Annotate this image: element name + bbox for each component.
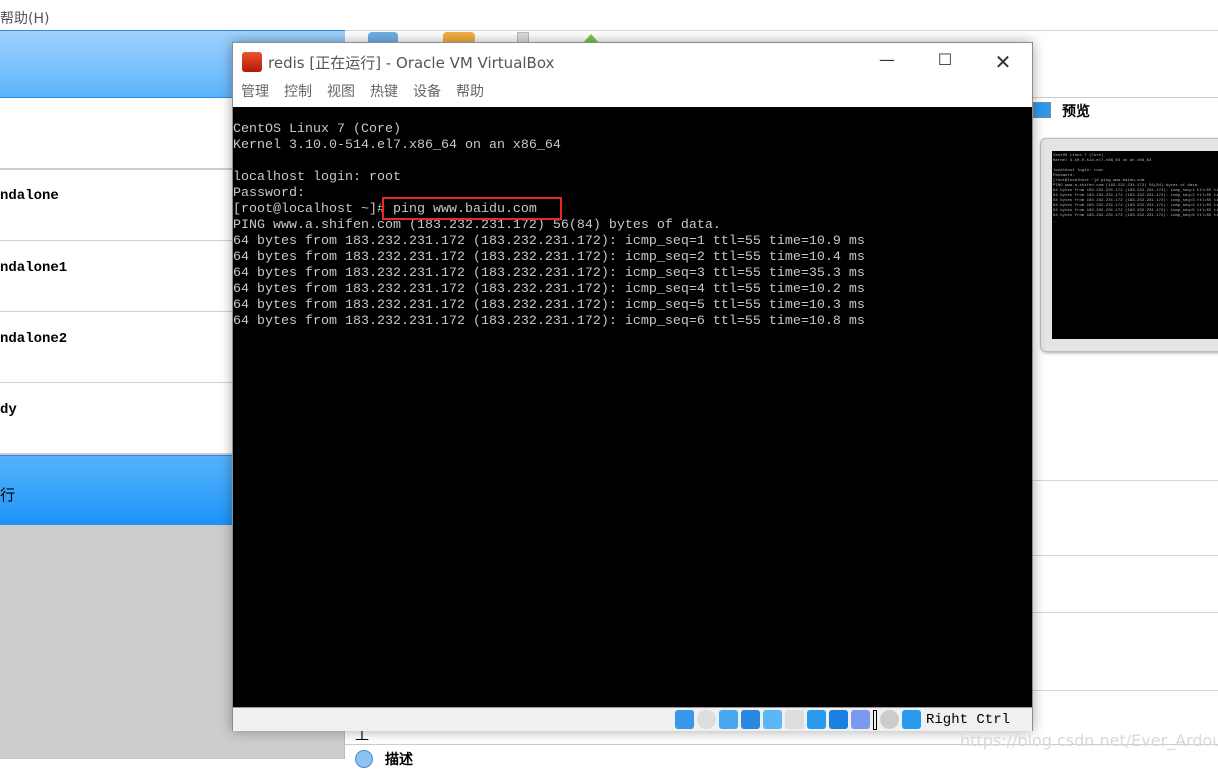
- optical-drive-icon[interactable]: [696, 710, 716, 729]
- vm-menubar: 管理 控制 视图 热键 设备 帮助: [233, 81, 1032, 107]
- network-icon[interactable]: [740, 710, 760, 729]
- menu-control[interactable]: 控制: [284, 81, 312, 107]
- preview-thumbnail: CentOS Linux 7 (Core) Kernel 3.10.0-514.…: [1040, 138, 1218, 352]
- window-title: redis [正在运行] - Oracle VM VirtualBox: [268, 53, 555, 72]
- menu-help[interactable]: 帮助(H): [0, 11, 49, 27]
- vm-window: redis [正在运行] - Oracle VM VirtualBox — ☐ …: [232, 42, 1033, 731]
- preview-icon: [1033, 102, 1051, 118]
- terminal-line: [root@localhost ~]# ping www.baidu.com: [233, 202, 537, 217]
- display-icon[interactable]: [806, 710, 826, 729]
- vm-name: ndalone1: [0, 260, 68, 276]
- title-bar: redis [正在运行] - Oracle VM VirtualBox — ☐ …: [233, 43, 1032, 81]
- terminal-line: 64 bytes from 183.232.231.172 (183.232.2…: [233, 314, 865, 329]
- status-bar: Right Ctrl: [233, 707, 1032, 731]
- divider: [345, 30, 1218, 31]
- description-icon: [355, 750, 373, 768]
- divider: [1033, 612, 1218, 613]
- menu-hotkey[interactable]: 热键: [370, 81, 398, 107]
- menu-help[interactable]: 帮助: [456, 81, 484, 107]
- watermark: https://blog.csdn.net/Ever_Ardour: [960, 731, 1218, 750]
- mouse-integration-icon[interactable]: [879, 710, 899, 729]
- preview-text: CentOS Linux 7 (Core) Kernel 3.10.0-514.…: [1053, 154, 1218, 223]
- divider: [1033, 480, 1218, 481]
- minimize-button[interactable]: —: [858, 50, 916, 74]
- host-key-label: Right Ctrl: [925, 711, 1010, 728]
- divider: [1033, 690, 1218, 691]
- terminal-line: Password:: [233, 186, 305, 201]
- video-capture-icon[interactable]: [828, 710, 848, 729]
- shared-folder-icon[interactable]: [784, 710, 804, 729]
- vm-screen[interactable]: CentOS Linux 7 (Core) Kernel 3.10.0-514.e…: [233, 107, 1032, 707]
- cpu-virtualization-icon[interactable]: [850, 710, 870, 729]
- terminal-line: 64 bytes from 183.232.231.172 (183.232.2…: [233, 234, 865, 249]
- usb-icon[interactable]: [762, 710, 782, 729]
- vm-name: ndalone: [0, 188, 59, 204]
- hard-disk-icon[interactable]: [674, 710, 694, 729]
- menu-devices[interactable]: 设备: [413, 81, 441, 107]
- terminal-line: localhost login: root: [233, 170, 401, 185]
- terminal-line: Kernel 3.10.0-514.el7.x86_64 on an x86_6…: [233, 138, 561, 153]
- vm-name: dy: [0, 402, 17, 418]
- vm-name: ndalone2: [0, 331, 68, 347]
- menu-view[interactable]: 视图: [327, 81, 355, 107]
- terminal-line: 64 bytes from 183.232.231.172 (183.232.2…: [233, 298, 865, 313]
- terminal-line: 64 bytes from 183.232.231.172 (183.232.2…: [233, 266, 865, 281]
- divider: [1033, 97, 1218, 98]
- terminal-line: 64 bytes from 183.232.231.172 (183.232.2…: [233, 250, 865, 265]
- highlight-box: [382, 197, 562, 220]
- keyboard-capture-icon[interactable]: [901, 710, 921, 729]
- terminal-line: CentOS Linux 7 (Core): [233, 122, 401, 137]
- divider: [1033, 555, 1218, 556]
- host-menubar: 帮助(H): [0, 0, 1218, 30]
- preview-title: 预览: [1062, 104, 1090, 120]
- virtualbox-vm-icon: [242, 52, 262, 72]
- vm-name: 行: [0, 486, 16, 504]
- preview-screen: CentOS Linux 7 (Core) Kernel 3.10.0-514.…: [1052, 151, 1218, 339]
- menu-machine[interactable]: 管理: [241, 81, 269, 107]
- close-button[interactable]: ✕: [974, 50, 1032, 74]
- terminal-line: PING www.a.shifen.com (183.232.231.172) …: [233, 218, 721, 233]
- section-description: 描述: [385, 752, 413, 768]
- cpu-indicator: [872, 709, 877, 730]
- terminal-line: 64 bytes from 183.232.231.172 (183.232.2…: [233, 282, 865, 297]
- audio-icon[interactable]: [718, 710, 738, 729]
- maximize-button[interactable]: ☐: [916, 50, 974, 74]
